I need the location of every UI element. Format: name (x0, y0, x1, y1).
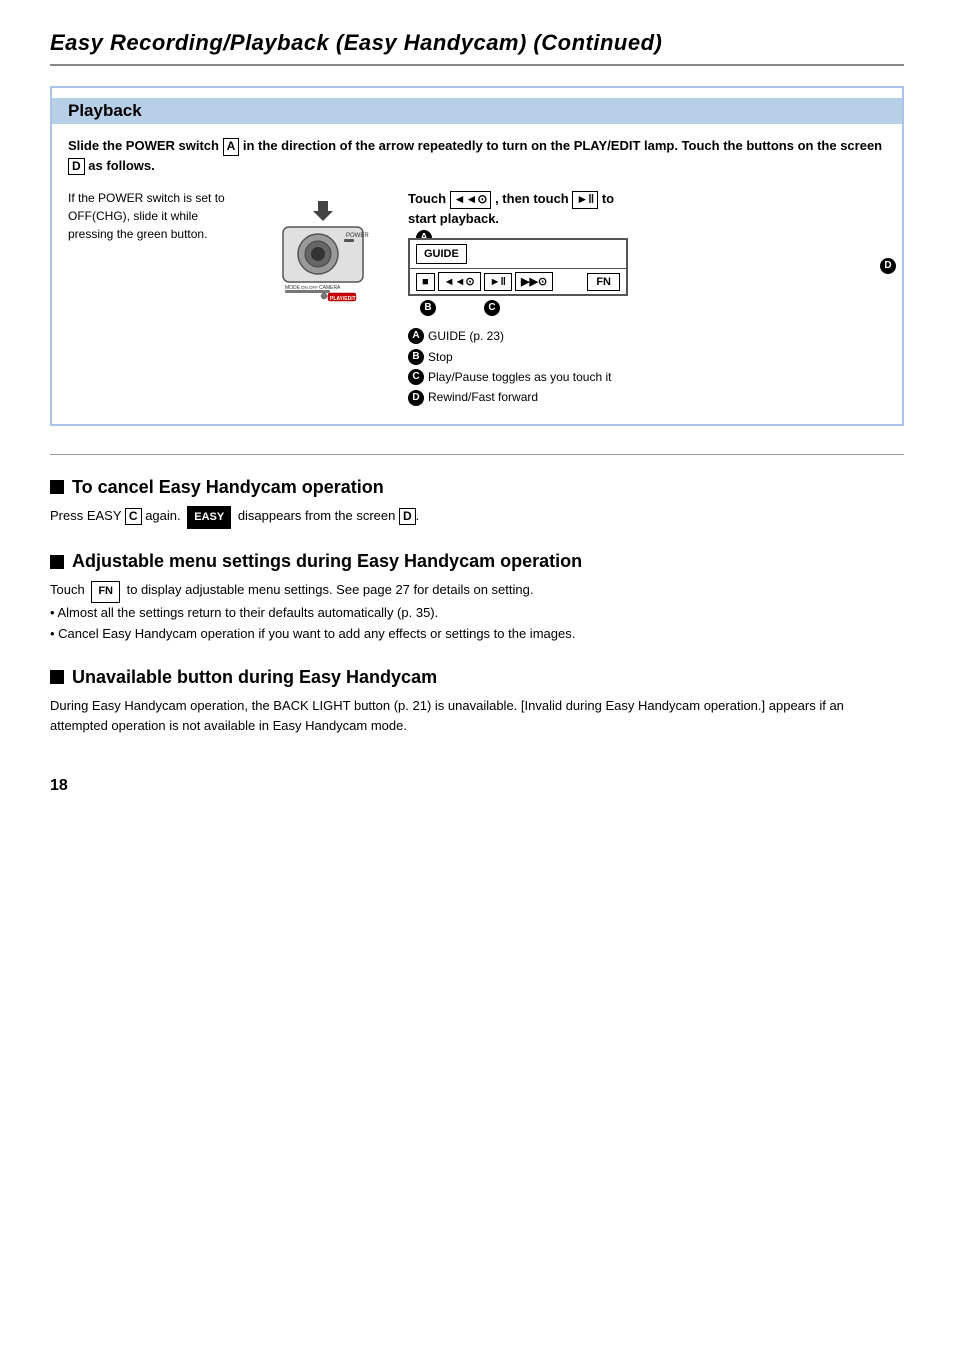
screen-top-row: GUIDE (410, 240, 626, 268)
svg-text:ON OFF: ON OFF (301, 285, 318, 290)
fn-button[interactable]: FN (587, 273, 620, 291)
screen-diagram-wrap: A D GUIDE ■ ◄◄⊙ ►‖ ▶▶⊙ FN (408, 238, 886, 296)
unavailable-body: During Easy Handycam operation, the BACK… (50, 696, 904, 738)
circle-b: B (420, 300, 436, 316)
circle-d: D (880, 258, 896, 274)
left-note: If the POWER switch is set to OFF(CHG), … (68, 189, 238, 243)
easy-badge: EASY (187, 506, 231, 530)
camera-diagram: POWER MODE ON OFF CAMERA PLAY/EDIT (258, 189, 388, 309)
svg-text:POWER: POWER (346, 233, 369, 239)
square-icon-cancel (50, 480, 64, 494)
playback-instruction: Slide the POWER switch A in the directio… (68, 136, 886, 175)
rew-button-label: ◄◄⊙ (450, 191, 492, 209)
bullet-2: Cancel Easy Handycam operation if you wa… (50, 624, 904, 645)
box-c-cancel: C (125, 508, 142, 526)
adjustable-bullets: Almost all the settings return to their … (50, 603, 904, 645)
circle-d-pos: D (880, 256, 900, 274)
playback-content: If the POWER switch is set to OFF(CHG), … (68, 189, 886, 408)
circle-c: C (484, 300, 500, 316)
playback-header: Playback (52, 98, 902, 124)
rew-button[interactable]: ◄◄⊙ (438, 272, 481, 291)
screen-bottom-row: ■ ◄◄⊙ ►‖ ▶▶⊙ FN (410, 268, 626, 294)
adjustable-heading: Adjustable menu settings during Easy Han… (50, 551, 904, 572)
box-a: A (223, 138, 240, 156)
ff-button[interactable]: ▶▶⊙ (515, 272, 553, 291)
legend-list: A GUIDE (p. 23) B Stop C Play/Pause togg… (408, 326, 886, 408)
screen-diagram: GUIDE ■ ◄◄⊙ ►‖ ▶▶⊙ FN (408, 238, 628, 296)
legend-item-c: C Play/Pause toggles as you touch it (408, 367, 886, 387)
play-pause-button[interactable]: ►‖ (484, 273, 512, 291)
legend-item-a: A GUIDE (p. 23) (408, 326, 886, 346)
touch-instruction: Touch ◄◄⊙ , then touch ►‖ tostart playba… (408, 189, 886, 228)
playback-section: Playback Slide the POWER switch A in the… (50, 86, 904, 426)
divider-1 (50, 454, 904, 455)
square-icon-unavailable (50, 670, 64, 684)
play-button-label: ►‖ (572, 191, 598, 209)
stop-button[interactable]: ■ (416, 273, 435, 291)
page-number: 18 (50, 777, 904, 795)
cancel-heading: To cancel Easy Handycam operation (50, 477, 904, 498)
guide-button[interactable]: GUIDE (416, 244, 467, 264)
svg-text:PLAY/EDIT: PLAY/EDIT (330, 296, 356, 302)
box-d-instruction: D (68, 158, 85, 176)
square-icon-adjustable (50, 555, 64, 569)
right-panel: Touch ◄◄⊙ , then touch ►‖ tostart playba… (408, 189, 886, 408)
adjustable-body: Touch FN to display adjustable menu sett… (50, 580, 904, 644)
fn-inline: FN (91, 581, 120, 603)
circle-b-pos: B (420, 298, 440, 316)
page-title: Easy Recording/Playback (Easy Handycam) … (50, 30, 904, 66)
legend-item-d: D Rewind/Fast forward (408, 387, 886, 407)
cancel-body: Press EASY C again. EASY disappears from… (50, 506, 904, 530)
bullet-1: Almost all the settings return to their … (50, 603, 904, 624)
unavailable-heading: Unavailable button during Easy Handycam (50, 667, 904, 688)
legend-item-b: B Stop (408, 347, 886, 367)
box-d-cancel: D (399, 508, 416, 526)
circle-c-pos: C (484, 298, 504, 316)
